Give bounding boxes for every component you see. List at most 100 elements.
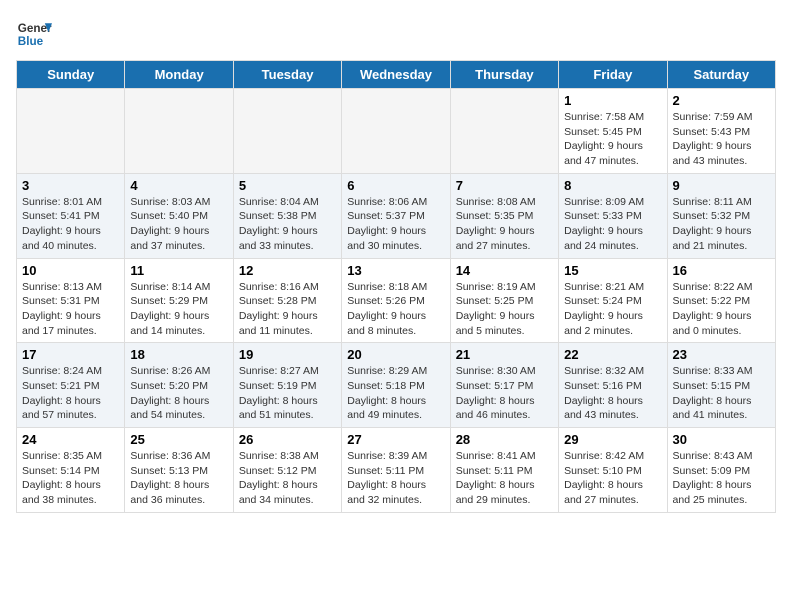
day-info: Sunrise: 8:30 AM Sunset: 5:17 PM Dayligh… bbox=[456, 364, 553, 423]
day-info: Sunrise: 8:43 AM Sunset: 5:09 PM Dayligh… bbox=[673, 449, 770, 508]
day-number: 15 bbox=[564, 263, 661, 278]
calendar-cell bbox=[233, 89, 341, 174]
calendar-cell: 28 Sunrise: 8:41 AM Sunset: 5:11 PM Dayli… bbox=[450, 428, 558, 513]
calendar-cell: 26 Sunrise: 8:38 AM Sunset: 5:12 PM Dayli… bbox=[233, 428, 341, 513]
day-number: 18 bbox=[130, 347, 227, 362]
logo: General Blue bbox=[16, 16, 52, 52]
day-number: 1 bbox=[564, 93, 661, 108]
day-number: 12 bbox=[239, 263, 336, 278]
day-info: Sunrise: 8:03 AM Sunset: 5:40 PM Dayligh… bbox=[130, 195, 227, 254]
calendar-cell bbox=[125, 89, 233, 174]
calendar-cell: 19 Sunrise: 8:27 AM Sunset: 5:19 PM Dayli… bbox=[233, 343, 341, 428]
week-row-5: 24 Sunrise: 8:35 AM Sunset: 5:14 PM Dayli… bbox=[17, 428, 776, 513]
calendar-cell: 30 Sunrise: 8:43 AM Sunset: 5:09 PM Dayli… bbox=[667, 428, 775, 513]
calendar-cell: 2Sunrise: 7:59 AM Sunset: 5:43 PM Daylig… bbox=[667, 89, 775, 174]
calendar-cell: 24 Sunrise: 8:35 AM Sunset: 5:14 PM Dayli… bbox=[17, 428, 125, 513]
day-header-saturday: Saturday bbox=[667, 61, 775, 89]
day-info: Sunrise: 8:19 AM Sunset: 5:25 PM Dayligh… bbox=[456, 280, 553, 339]
day-info: Sunrise: 8:08 AM Sunset: 5:35 PM Dayligh… bbox=[456, 195, 553, 254]
day-number: 21 bbox=[456, 347, 553, 362]
day-info: Sunrise: 8:11 AM Sunset: 5:32 PM Dayligh… bbox=[673, 195, 770, 254]
day-number: 28 bbox=[456, 432, 553, 447]
day-info: Sunrise: 8:27 AM Sunset: 5:19 PM Dayligh… bbox=[239, 364, 336, 423]
day-number: 20 bbox=[347, 347, 444, 362]
week-row-4: 17Sunrise: 8:24 AM Sunset: 5:21 PM Dayli… bbox=[17, 343, 776, 428]
calendar-cell: 1Sunrise: 7:58 AM Sunset: 5:45 PM Daylig… bbox=[559, 89, 667, 174]
day-info: Sunrise: 7:59 AM Sunset: 5:43 PM Dayligh… bbox=[673, 110, 770, 169]
svg-text:Blue: Blue bbox=[18, 35, 44, 48]
day-info: Sunrise: 8:06 AM Sunset: 5:37 PM Dayligh… bbox=[347, 195, 444, 254]
day-info: Sunrise: 8:16 AM Sunset: 5:28 PM Dayligh… bbox=[239, 280, 336, 339]
calendar-cell: 29Sunrise: 8:42 AM Sunset: 5:10 PM Dayli… bbox=[559, 428, 667, 513]
logo-icon: General Blue bbox=[16, 16, 52, 52]
header-row: SundayMondayTuesdayWednesdayThursdayFrid… bbox=[17, 61, 776, 89]
day-number: 7 bbox=[456, 178, 553, 193]
day-info: Sunrise: 8:21 AM Sunset: 5:24 PM Dayligh… bbox=[564, 280, 661, 339]
week-row-3: 10 Sunrise: 8:13 AM Sunset: 5:31 PM Dayli… bbox=[17, 258, 776, 343]
day-info: Sunrise: 8:39 AM Sunset: 5:11 PM Dayligh… bbox=[347, 449, 444, 508]
calendar-cell: 11 Sunrise: 8:14 AM Sunset: 5:29 PM Dayli… bbox=[125, 258, 233, 343]
day-number: 25 bbox=[130, 432, 227, 447]
week-row-2: 3 Sunrise: 8:01 AM Sunset: 5:41 PM Daylig… bbox=[17, 173, 776, 258]
day-number: 24 bbox=[22, 432, 119, 447]
day-info: Sunrise: 8:36 AM Sunset: 5:13 PM Dayligh… bbox=[130, 449, 227, 508]
day-number: 5 bbox=[239, 178, 336, 193]
calendar-cell: 14 Sunrise: 8:19 AM Sunset: 5:25 PM Dayli… bbox=[450, 258, 558, 343]
calendar-cell bbox=[342, 89, 450, 174]
day-number: 6 bbox=[347, 178, 444, 193]
day-info: Sunrise: 8:35 AM Sunset: 5:14 PM Dayligh… bbox=[22, 449, 119, 508]
day-number: 19 bbox=[239, 347, 336, 362]
day-number: 11 bbox=[130, 263, 227, 278]
day-info: Sunrise: 8:01 AM Sunset: 5:41 PM Dayligh… bbox=[22, 195, 119, 254]
day-number: 26 bbox=[239, 432, 336, 447]
day-number: 9 bbox=[673, 178, 770, 193]
day-info: Sunrise: 8:22 AM Sunset: 5:22 PM Dayligh… bbox=[673, 280, 770, 339]
day-number: 22 bbox=[564, 347, 661, 362]
day-info: Sunrise: 8:18 AM Sunset: 5:26 PM Dayligh… bbox=[347, 280, 444, 339]
day-info: Sunrise: 8:29 AM Sunset: 5:18 PM Dayligh… bbox=[347, 364, 444, 423]
calendar-cell: 4 Sunrise: 8:03 AM Sunset: 5:40 PM Daylig… bbox=[125, 173, 233, 258]
calendar-cell: 23 Sunrise: 8:33 AM Sunset: 5:15 PM Dayli… bbox=[667, 343, 775, 428]
day-number: 23 bbox=[673, 347, 770, 362]
calendar-cell: 15 Sunrise: 8:21 AM Sunset: 5:24 PM Dayli… bbox=[559, 258, 667, 343]
calendar-cell: 6 Sunrise: 8:06 AM Sunset: 5:37 PM Daylig… bbox=[342, 173, 450, 258]
day-number: 14 bbox=[456, 263, 553, 278]
calendar-cell bbox=[17, 89, 125, 174]
day-info: Sunrise: 8:14 AM Sunset: 5:29 PM Dayligh… bbox=[130, 280, 227, 339]
day-info: Sunrise: 8:09 AM Sunset: 5:33 PM Dayligh… bbox=[564, 195, 661, 254]
day-header-tuesday: Tuesday bbox=[233, 61, 341, 89]
calendar-cell: 18 Sunrise: 8:26 AM Sunset: 5:20 PM Dayli… bbox=[125, 343, 233, 428]
day-header-thursday: Thursday bbox=[450, 61, 558, 89]
day-info: Sunrise: 8:32 AM Sunset: 5:16 PM Dayligh… bbox=[564, 364, 661, 423]
day-number: 16 bbox=[673, 263, 770, 278]
day-number: 17 bbox=[22, 347, 119, 362]
day-info: Sunrise: 8:42 AM Sunset: 5:10 PM Dayligh… bbox=[564, 449, 661, 508]
day-number: 8 bbox=[564, 178, 661, 193]
day-number: 30 bbox=[673, 432, 770, 447]
day-header-friday: Friday bbox=[559, 61, 667, 89]
calendar-cell: 3 Sunrise: 8:01 AM Sunset: 5:41 PM Daylig… bbox=[17, 173, 125, 258]
calendar-cell: 9 Sunrise: 8:11 AM Sunset: 5:32 PM Daylig… bbox=[667, 173, 775, 258]
calendar-cell: 13Sunrise: 8:18 AM Sunset: 5:26 PM Dayli… bbox=[342, 258, 450, 343]
day-info: Sunrise: 8:13 AM Sunset: 5:31 PM Dayligh… bbox=[22, 280, 119, 339]
day-header-wednesday: Wednesday bbox=[342, 61, 450, 89]
day-number: 3 bbox=[22, 178, 119, 193]
day-info: Sunrise: 8:04 AM Sunset: 5:38 PM Dayligh… bbox=[239, 195, 336, 254]
calendar-cell: 8 Sunrise: 8:09 AM Sunset: 5:33 PM Daylig… bbox=[559, 173, 667, 258]
week-row-1: 1Sunrise: 7:58 AM Sunset: 5:45 PM Daylig… bbox=[17, 89, 776, 174]
day-info: Sunrise: 8:38 AM Sunset: 5:12 PM Dayligh… bbox=[239, 449, 336, 508]
day-number: 10 bbox=[22, 263, 119, 278]
day-info: Sunrise: 8:26 AM Sunset: 5:20 PM Dayligh… bbox=[130, 364, 227, 423]
day-number: 4 bbox=[130, 178, 227, 193]
day-header-monday: Monday bbox=[125, 61, 233, 89]
calendar-cell: 7 Sunrise: 8:08 AM Sunset: 5:35 PM Daylig… bbox=[450, 173, 558, 258]
day-number: 27 bbox=[347, 432, 444, 447]
calendar-cell: 12 Sunrise: 8:16 AM Sunset: 5:28 PM Dayli… bbox=[233, 258, 341, 343]
calendar-cell bbox=[450, 89, 558, 174]
day-info: Sunrise: 8:41 AM Sunset: 5:11 PM Dayligh… bbox=[456, 449, 553, 508]
calendar-cell: 17Sunrise: 8:24 AM Sunset: 5:21 PM Dayli… bbox=[17, 343, 125, 428]
calendar-cell: 20 Sunrise: 8:29 AM Sunset: 5:18 PM Dayli… bbox=[342, 343, 450, 428]
day-header-sunday: Sunday bbox=[17, 61, 125, 89]
calendar-cell: 16 Sunrise: 8:22 AM Sunset: 5:22 PM Dayli… bbox=[667, 258, 775, 343]
day-info: Sunrise: 8:33 AM Sunset: 5:15 PM Dayligh… bbox=[673, 364, 770, 423]
